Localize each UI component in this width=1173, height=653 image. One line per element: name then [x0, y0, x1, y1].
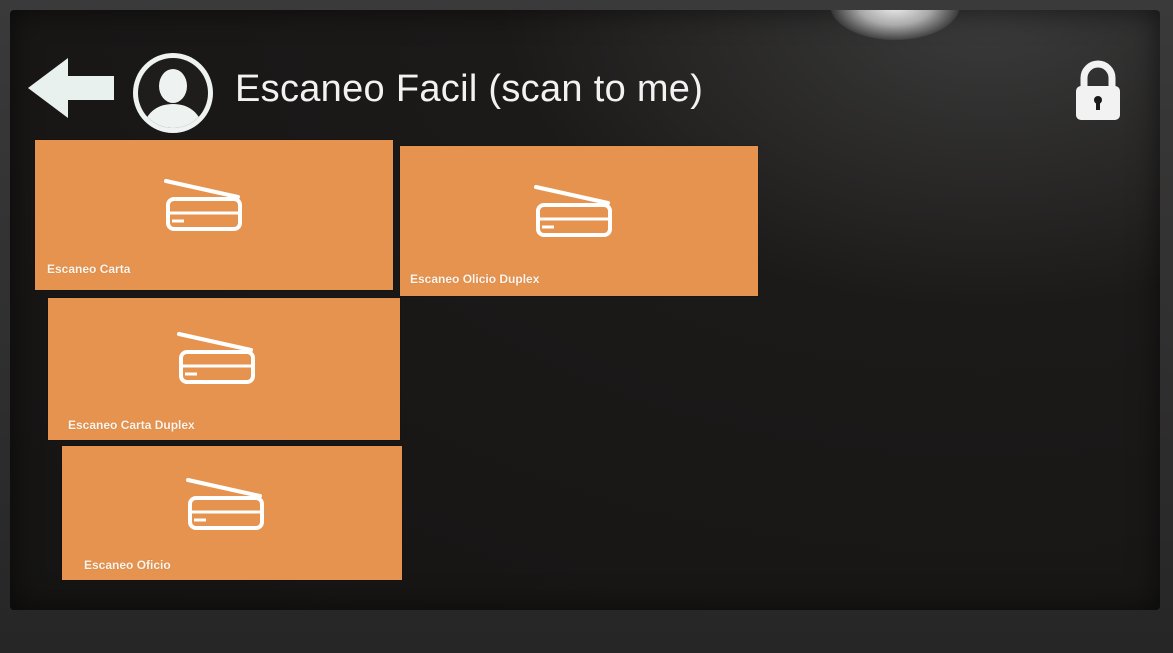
header-bar: Escaneo Facil (scan to me): [10, 50, 1160, 133]
light-glare: [830, 10, 960, 40]
tile-label: Escaneo Olicio Duplex: [410, 272, 540, 286]
tile-escaneo-carta[interactable]: Escaneo Carta: [35, 140, 393, 290]
device-bezel: Escaneo Facil (scan to me) Escaneo Carta: [0, 0, 1173, 653]
user-avatar[interactable]: [132, 52, 214, 134]
back-button[interactable]: [26, 58, 118, 118]
user-avatar-icon: [133, 53, 213, 133]
tile-label: Escaneo Oficio: [84, 558, 171, 572]
arrow-left-icon: [28, 58, 114, 118]
tile-label: Escaneo Carta: [47, 262, 131, 276]
tile-escaneo-olicio-duplex[interactable]: Escaneo Olicio Duplex: [400, 146, 758, 296]
scanner-icon: [164, 179, 242, 231]
lock-button[interactable]: [1070, 58, 1126, 122]
tile-label: Escaneo Carta Duplex: [68, 418, 195, 432]
scanner-icon: [186, 478, 264, 530]
page-title: Escaneo Facil (scan to me): [235, 68, 704, 110]
scanner-icon: [177, 332, 255, 384]
touch-screen: Escaneo Facil (scan to me) Escaneo Carta: [10, 10, 1160, 610]
lock-icon: [1076, 60, 1120, 120]
tile-escaneo-oficio[interactable]: Escaneo Oficio: [62, 446, 402, 580]
scanner-icon: [534, 185, 612, 237]
tile-escaneo-carta-duplex[interactable]: Escaneo Carta Duplex: [48, 298, 400, 440]
